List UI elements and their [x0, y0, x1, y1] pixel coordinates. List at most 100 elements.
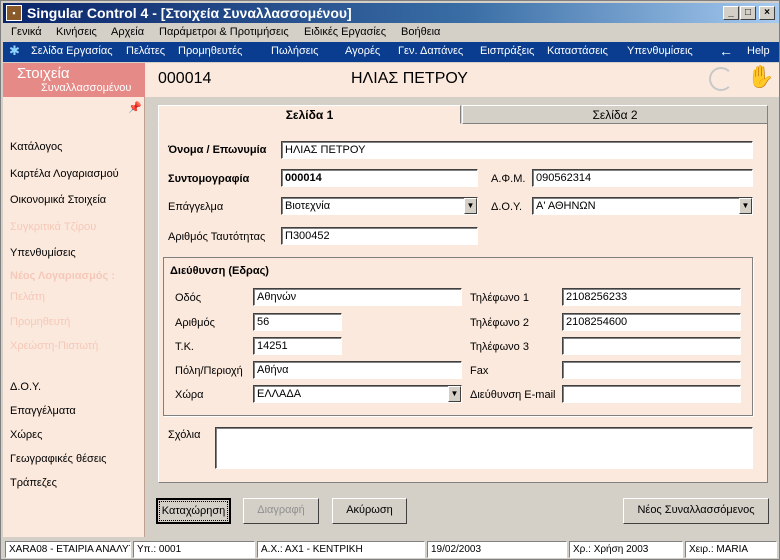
sidebar-item-account-card[interactable]: Καρτέλα Λογαριασμού: [10, 168, 119, 180]
nav-help[interactable]: Help: [747, 45, 770, 57]
phone3-field[interactable]: [562, 337, 741, 355]
tax-office-select[interactable]: Α' ΑΘΗΝΩΝ ▼: [532, 197, 753, 215]
nav-reminders[interactable]: Υπενθυμίσεις: [627, 45, 693, 57]
id-number-label: Αριθμός Ταυτότητας: [168, 231, 266, 243]
refresh-icon[interactable]: [709, 67, 733, 91]
name-field[interactable]: ΗΛΙΑΣ ΠΕΤΡΟΥ: [281, 141, 753, 159]
nav-sales[interactable]: Πωλήσεις: [271, 45, 318, 57]
menu-files[interactable]: Αρχεία: [111, 26, 144, 38]
status-fiscal-year: Χρ.: Χρήση 2003: [569, 541, 683, 558]
afm-field[interactable]: 090562314: [532, 169, 753, 187]
status-user: Χειρ.: MARIA: [685, 541, 777, 558]
notes-label: Σχόλια: [168, 429, 201, 441]
notes-field[interactable]: [215, 427, 753, 469]
city-field[interactable]: Αθήνα: [253, 361, 462, 379]
short-name-label: Συντομογραφία: [168, 173, 250, 185]
country-select[interactable]: ΕΛΛΑΔΑ ▼: [253, 385, 462, 403]
phone2-field[interactable]: 2108254600: [562, 313, 741, 331]
number-field[interactable]: 56: [253, 313, 342, 331]
profession-select[interactable]: Βιοτεχνία ▼: [281, 197, 478, 215]
country-value: ΕΛΛΑΔΑ: [257, 388, 302, 400]
app-window: ▪ Singular Control 4 - [Στοιχεία Συναλλα…: [0, 0, 780, 560]
email-field[interactable]: [562, 385, 741, 403]
fax-label: Fax: [470, 365, 489, 377]
sidebar-item-banks[interactable]: Τράπεζες: [10, 477, 57, 489]
tab-page-1[interactable]: Σελίδα 1: [158, 105, 461, 124]
nav-bar: ✱ Σελίδα Εργασίας Πελάτες Προμηθευτές Πω…: [3, 42, 779, 62]
nav-customers[interactable]: Πελάτες: [126, 45, 165, 57]
nav-workpage[interactable]: Σελίδα Εργασίας: [31, 45, 113, 57]
sidebar-item-reminders[interactable]: Υπενθυμίσεις: [10, 247, 76, 259]
status-branch: Υπ.: 0001: [133, 541, 255, 558]
menu-bar: Γενικά Κινήσεις Αρχεία Παράμετροι & Προτ…: [3, 24, 779, 42]
window-title: Singular Control 4 - [Στοιχεία Συναλλασσ…: [27, 5, 352, 21]
menu-general[interactable]: Γενικά: [11, 26, 42, 38]
section-title: Στοιχεία: [17, 65, 70, 82]
city-label: Πόλη/Περιοχή: [175, 365, 243, 377]
email-label: Διεύθυνση E-mail: [470, 389, 556, 401]
sidebar-item-locations[interactable]: Γεωγραφικές θέσεις: [10, 453, 106, 465]
maximize-button[interactable]: □: [740, 6, 756, 20]
phone2-label: Τηλέφωνο 2: [470, 317, 529, 329]
nav-purchases[interactable]: Αγορές: [345, 45, 380, 57]
arrow-left-icon[interactable]: ←: [719, 43, 733, 59]
chevron-down-icon[interactable]: ▼: [739, 198, 752, 214]
name-label: Όνομα / Επωνυμία: [168, 144, 267, 156]
tab-page-2[interactable]: Σελίδα 2: [462, 105, 768, 124]
street-label: Οδός: [175, 292, 202, 304]
sidebar-item-tax-offices[interactable]: Δ.Ο.Υ.: [10, 381, 41, 393]
close-button[interactable]: ×: [759, 6, 775, 20]
menu-parameters[interactable]: Παράμετροι & Προτιμήσεις: [159, 26, 289, 38]
minimize-button[interactable]: _: [723, 6, 739, 20]
pin-icon[interactable]: 📌: [128, 101, 142, 114]
delete-button: Διαγραφή: [243, 498, 319, 524]
record-code: 000014: [158, 70, 212, 87]
address-group-title: Διεύθυνση (Εδρας): [170, 265, 269, 277]
chevron-down-icon[interactable]: ▼: [448, 386, 461, 402]
new-contact-button[interactable]: Νέος Συναλλασσόμενος: [623, 498, 769, 524]
menu-movements[interactable]: Κινήσεις: [56, 26, 97, 38]
short-name-field[interactable]: 000014: [281, 169, 478, 187]
profession-value: Βιοτεχνία: [285, 200, 331, 212]
sidebar-item-new-customer: Πελάτη: [10, 291, 46, 303]
nav-collections[interactable]: Εισπράξεις: [480, 45, 534, 57]
phone1-label: Τηλέφωνο 1: [470, 292, 529, 304]
menu-help[interactable]: Βοήθεια: [401, 26, 440, 38]
hand-icon[interactable]: ✋: [747, 65, 774, 89]
sidebar-item-new-supplier: Προμηθευτή: [10, 316, 71, 328]
chevron-down-icon[interactable]: ▼: [464, 198, 477, 214]
street-field[interactable]: Αθηνών: [253, 288, 462, 306]
app-icon: ▪: [6, 5, 22, 21]
nav-reports[interactable]: Καταστάσεις: [547, 45, 608, 57]
id-number-field[interactable]: Π300452: [281, 227, 478, 245]
phone1-field[interactable]: 2108256233: [562, 288, 741, 306]
sidebar-heading-new-account: Νέος Λογαριασμός :: [10, 270, 115, 282]
postal-code-field[interactable]: 14251: [253, 337, 342, 355]
sidebar-item-financials[interactable]: Οικονομικά Στοιχεία: [10, 194, 106, 206]
sidebar-item-professions[interactable]: Επαγγέλματα: [10, 405, 76, 417]
sidebar-item-catalog[interactable]: Κατάλογος: [10, 141, 62, 153]
status-account: Α.Χ.: ΑΧ1 - ΚΕΝΤΡΙΚΗ: [257, 541, 425, 558]
number-label: Αριθμός: [175, 317, 215, 329]
sidebar-item-new-debtor: Χρεώστη-Πιστωτή: [10, 340, 99, 352]
tax-office-value: Α' ΑΘΗΝΩΝ: [536, 200, 596, 212]
section-title-block: Στοιχεία Συναλλασσομένου: [3, 63, 145, 97]
country-label: Χώρα: [175, 389, 204, 401]
nav-suppliers[interactable]: Προμηθευτές: [178, 45, 242, 57]
snowflake-icon: ✱: [9, 43, 20, 58]
nav-expenses[interactable]: Γεν. Δαπάνες: [398, 45, 463, 57]
menu-special[interactable]: Ειδικές Εργασίες: [304, 26, 386, 38]
sidebar-item-countries[interactable]: Χώρες: [10, 429, 42, 441]
profession-label: Επάγγελμα: [168, 201, 224, 213]
status-date: 19/02/2003: [427, 541, 567, 558]
cancel-button[interactable]: Ακύρωση: [332, 498, 407, 524]
record-name: ΗΛΙΑΣ ΠΕΤΡΟΥ: [351, 70, 468, 87]
title-bar: ▪ Singular Control 4 - [Στοιχεία Συναλλα…: [3, 3, 779, 23]
save-button[interactable]: Καταχώρηση: [156, 498, 231, 524]
tax-office-label: Δ.Ο.Υ.: [491, 201, 523, 213]
afm-label: Α.Φ.Μ.: [491, 173, 526, 185]
sidebar-item-turnover: Συγκριτικά Τζίρου: [10, 221, 97, 233]
phone3-label: Τηλέφωνο 3: [470, 341, 529, 353]
postal-code-label: Τ.Κ.: [175, 341, 194, 353]
fax-field[interactable]: [562, 361, 741, 379]
